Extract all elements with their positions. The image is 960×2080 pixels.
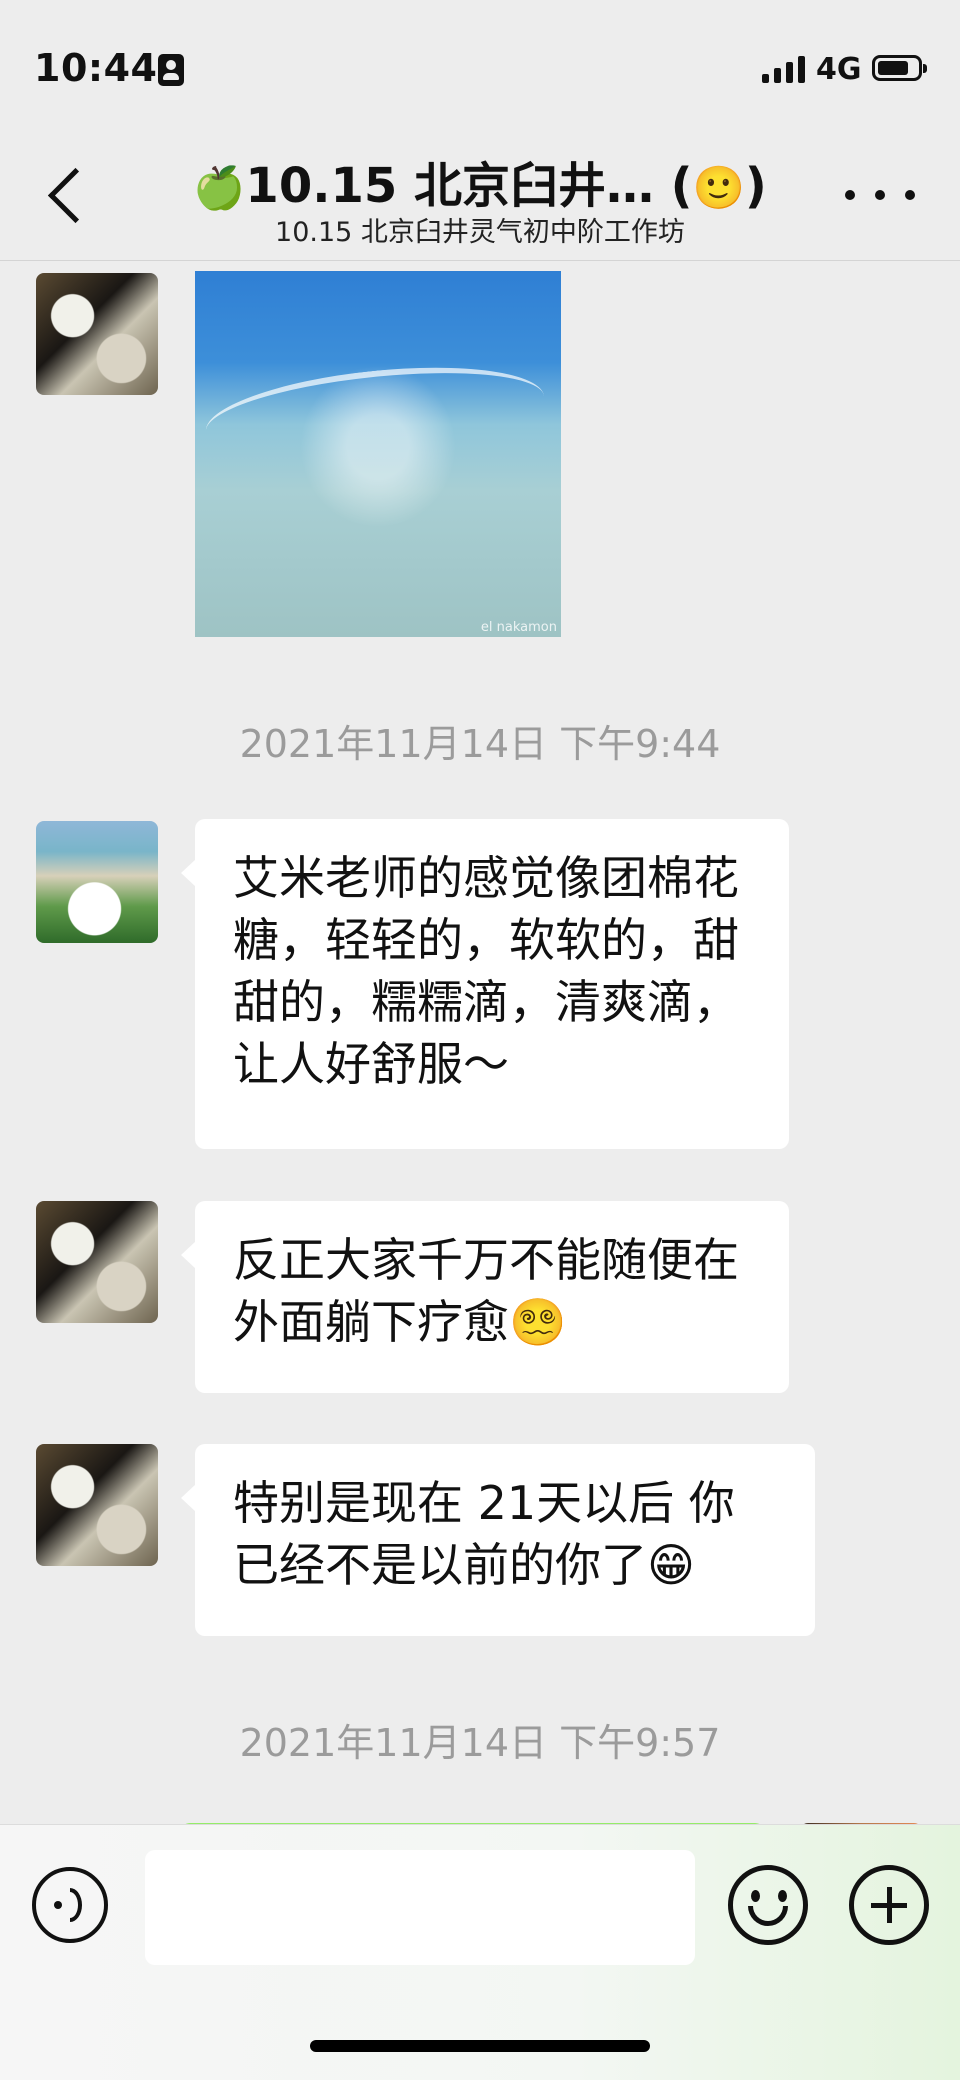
plus-icon[interactable]: [849, 1865, 929, 1945]
title-paren-close: ): [744, 158, 767, 214]
timestamp: 2021年11月14日 下午9:57: [239, 1721, 721, 1765]
smiley-icon: 🙂: [692, 163, 745, 212]
message-bubble[interactable]: 特别是现在 21天以后 你已经不是以前的你了😁: [181, 1444, 815, 1636]
chat-title[interactable]: 🍏10.15 北京臼井… (🙂): [170, 146, 790, 216]
photo-watermark: el nakamon: [480, 620, 557, 635]
avatar[interactable]: [36, 1444, 158, 1566]
chat-subtitle: 10.15 北京臼井灵气初中阶工作坊: [275, 217, 685, 248]
avatar[interactable]: [36, 1201, 158, 1323]
photo-message[interactable]: el nakamon: [195, 271, 561, 637]
status-time: 10:44: [34, 46, 158, 90]
green-apple-icon: 🍏: [193, 163, 246, 212]
home-indicator[interactable]: [310, 2040, 650, 2052]
timestamp: 2021年11月14日 下午9:44: [239, 722, 721, 766]
message-text: 反正大家千万不能随便在外面躺下疗愈😵‍💫: [233, 1233, 739, 1349]
message-bubble[interactable]: 反正大家千万不能随便在外面躺下疗愈😵‍💫: [181, 1201, 789, 1393]
emoji-icon[interactable]: [728, 1865, 808, 1945]
message-text: 艾米老师的感觉像团棉花糖，轻轻的，软软的，甜甜的，糯糯滴，清爽滴，让人好舒服～: [233, 851, 739, 1091]
network-label: 4G: [816, 52, 862, 87]
voice-icon[interactable]: [32, 1867, 108, 1943]
message-input[interactable]: [145, 1850, 695, 1965]
avatar[interactable]: [36, 273, 158, 395]
chat-title-text: 10.15 北京臼井…: [245, 158, 654, 214]
chat-header: 🍏10.15 北京臼井… (🙂) 10.15 北京臼井灵气初中阶工作坊: [0, 130, 960, 261]
message-bubble[interactable]: 艾米老师的感觉像团棉花糖，轻轻的，软软的，甜甜的，糯糯滴，清爽滴，让人好舒服～: [181, 819, 789, 1149]
battery-icon: [872, 55, 927, 81]
status-bar: 10:44 4G: [0, 0, 960, 130]
title-paren-open: (: [653, 158, 693, 214]
signal-icon: [762, 55, 806, 83]
more-icon[interactable]: [845, 180, 915, 210]
message-text: 特别是现在 21天以后 你已经不是以前的你了😁: [233, 1476, 735, 1592]
id-card-icon: [158, 54, 184, 86]
avatar[interactable]: [36, 821, 158, 943]
message-list[interactable]: el nakamon 2021年11月14日 下午9:44 艾米老师的感觉像团棉…: [0, 261, 960, 1824]
